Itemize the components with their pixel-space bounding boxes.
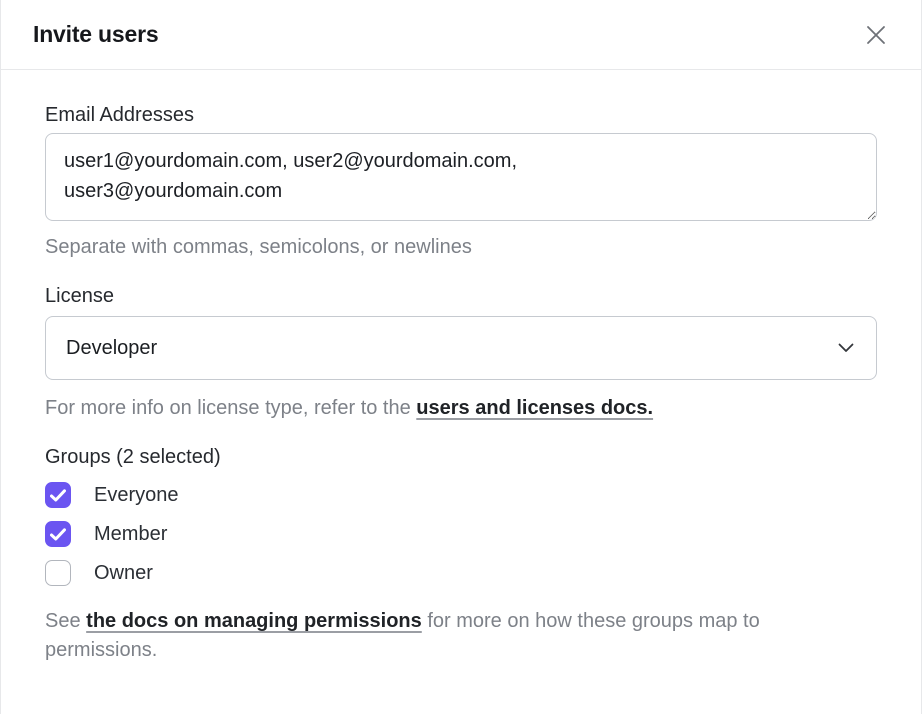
checkbox-label-everyone: Everyone [94, 482, 179, 508]
check-icon [50, 489, 66, 502]
groups-checkbox-list: Everyone Member [45, 482, 877, 586]
modal-title: Invite users [33, 21, 158, 48]
license-select[interactable]: Developer [45, 316, 877, 380]
groups-help-prefix: See [45, 610, 86, 632]
license-selected-value: Developer [66, 337, 157, 360]
group-option-owner[interactable]: Owner [45, 560, 877, 586]
modal-body: Email Addresses user1@yourdomain.com, us… [1, 70, 921, 665]
checkbox-label-member: Member [94, 521, 167, 547]
checkbox-label-owner: Owner [94, 560, 153, 586]
x-icon [864, 23, 888, 47]
email-help-text: Separate with commas, semicolons, or new… [45, 233, 877, 262]
group-option-member[interactable]: Member [45, 521, 877, 547]
email-addresses-label: Email Addresses [45, 103, 877, 127]
invite-users-modal: Invite users Email Addresses user1@yourd… [0, 0, 922, 714]
modal-header: Invite users [1, 0, 921, 70]
groups-label: Groups (2 selected) [45, 445, 877, 469]
chevron-down-icon [838, 343, 854, 353]
groups-help-text: See the docs on managing permissions for… [45, 607, 877, 665]
close-button[interactable] [861, 20, 891, 50]
license-help-prefix: For more info on license type, refer to … [45, 397, 416, 419]
checkbox-owner[interactable] [45, 560, 71, 586]
checkbox-everyone[interactable] [45, 482, 71, 508]
managing-permissions-docs-link[interactable]: the docs on managing permissions [86, 610, 422, 632]
group-option-everyone[interactable]: Everyone [45, 482, 877, 508]
users-licenses-docs-link[interactable]: users and licenses docs. [416, 397, 653, 419]
license-help-text: For more info on license type, refer to … [45, 394, 877, 423]
email-addresses-input[interactable]: user1@yourdomain.com, user2@yourdomain.c… [45, 133, 877, 221]
checkbox-member[interactable] [45, 521, 71, 547]
license-label: License [45, 284, 877, 308]
check-icon [50, 528, 66, 541]
